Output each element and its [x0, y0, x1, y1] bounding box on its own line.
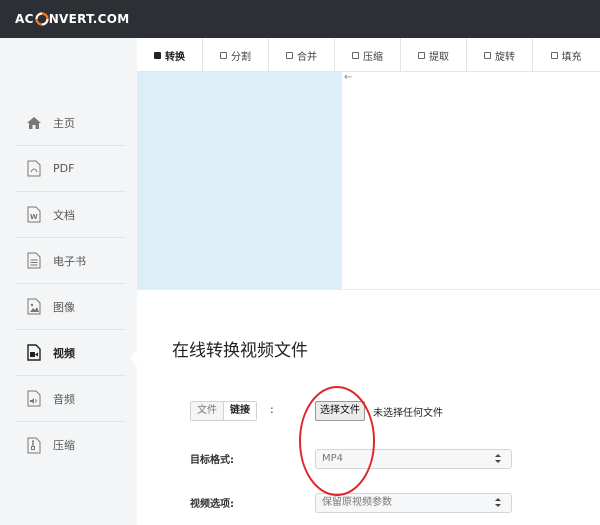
- tab-checkbox-icon: [154, 51, 161, 59]
- audio-file-icon: [25, 390, 43, 408]
- sidebar-item-label: 视频: [53, 346, 75, 360]
- source-file-option[interactable]: 文件: [191, 402, 224, 420]
- tab-checkbox-icon: [220, 51, 227, 59]
- sidebar-item-video[interactable]: 视频: [16, 330, 126, 376]
- tab-checkbox-icon: [286, 51, 293, 59]
- select-arrows-icon: [495, 454, 501, 464]
- sidebar: 主页 PDF W 文档 电子书 图像 视频 音频 压缩: [0, 38, 137, 525]
- tab-split[interactable]: 分割: [203, 38, 269, 72]
- tab-extract[interactable]: 提取: [401, 38, 467, 72]
- site-logo[interactable]: AC NVERT.COM: [15, 10, 130, 28]
- tab-merge[interactable]: 合并: [269, 38, 335, 72]
- back-arrow-icon[interactable]: ←: [344, 72, 352, 83]
- source-colon: :: [270, 403, 274, 416]
- target-format-select[interactable]: MP4: [315, 449, 512, 469]
- logo-text-left: AC: [15, 12, 34, 26]
- svg-text:W: W: [30, 213, 38, 221]
- tab-rotate[interactable]: 旋转: [467, 38, 533, 72]
- active-item-pointer: [129, 349, 138, 367]
- top-header: AC NVERT.COM: [0, 0, 600, 38]
- sidebar-item-label: 图像: [53, 300, 75, 314]
- image-file-icon: [25, 298, 43, 316]
- video-options-select[interactable]: 保留原视频参数: [315, 493, 512, 513]
- sidebar-item-pdf[interactable]: PDF: [16, 146, 126, 192]
- sidebar-item-label: PDF: [53, 162, 75, 175]
- source-link-option[interactable]: 链接: [224, 402, 256, 420]
- tool-tabs: 转换 分割 合并 压缩 提取 旋转 填充: [137, 38, 600, 72]
- target-format-label: 目标格式:: [190, 455, 234, 466]
- sidebar-item-label: 电子书: [53, 254, 86, 268]
- tab-compress[interactable]: 压缩: [335, 38, 401, 72]
- target-format-value: MP4: [322, 453, 344, 464]
- pdf-file-icon: [25, 160, 43, 178]
- tab-label: 转换: [165, 51, 185, 63]
- ad-placeholder: [137, 72, 342, 289]
- tab-label: 填充: [561, 51, 582, 63]
- tab-label: 合并: [297, 51, 317, 63]
- sidebar-item-label: 音频: [53, 392, 75, 406]
- tab-label: 压缩: [363, 51, 383, 63]
- logo-text-right: NVERT.COM: [48, 12, 130, 26]
- tab-checkbox-icon: [484, 51, 491, 59]
- sidebar-item-ebook[interactable]: 电子书: [16, 238, 126, 284]
- tab-checkbox-icon: [418, 51, 425, 59]
- page-title: 在线转换视频文件: [172, 341, 308, 361]
- sidebar-item-audio[interactable]: 音频: [16, 376, 126, 422]
- sidebar-item-home[interactable]: 主页: [16, 100, 126, 146]
- sidebar-item-label: 主页: [53, 116, 75, 130]
- tab-checkbox-icon: [352, 51, 359, 59]
- archive-file-icon: [25, 436, 43, 454]
- select-arrows-icon: [495, 498, 501, 508]
- tab-label: 旋转: [495, 51, 515, 63]
- sidebar-item-label: 文档: [53, 208, 75, 222]
- no-file-selected-text: 未选择任何文件: [373, 408, 443, 419]
- section-divider: [137, 289, 600, 290]
- sidebar-item-image[interactable]: 图像: [16, 284, 126, 330]
- home-icon: [25, 114, 43, 132]
- sidebar-item-archive[interactable]: 压缩: [16, 422, 126, 468]
- word-document-icon: W: [25, 206, 43, 224]
- choose-file-button[interactable]: 选择文件: [315, 401, 365, 421]
- tab-fill[interactable]: 填充: [533, 38, 599, 72]
- video-file-icon: [25, 344, 43, 362]
- tab-convert[interactable]: 转换: [137, 38, 203, 72]
- video-options-label: 视频选项:: [190, 499, 234, 510]
- video-options-value: 保留原视频参数: [322, 497, 392, 508]
- swirl-logo-icon: [35, 12, 49, 26]
- ebook-icon: [25, 252, 43, 270]
- tab-label: 提取: [429, 51, 449, 63]
- tab-checkbox-icon: [550, 51, 558, 59]
- sidebar-item-label: 压缩: [53, 439, 75, 452]
- sidebar-item-document[interactable]: W 文档: [16, 192, 126, 238]
- source-toggle: 文件 链接: [190, 401, 257, 421]
- tab-label: 分割: [231, 51, 251, 63]
